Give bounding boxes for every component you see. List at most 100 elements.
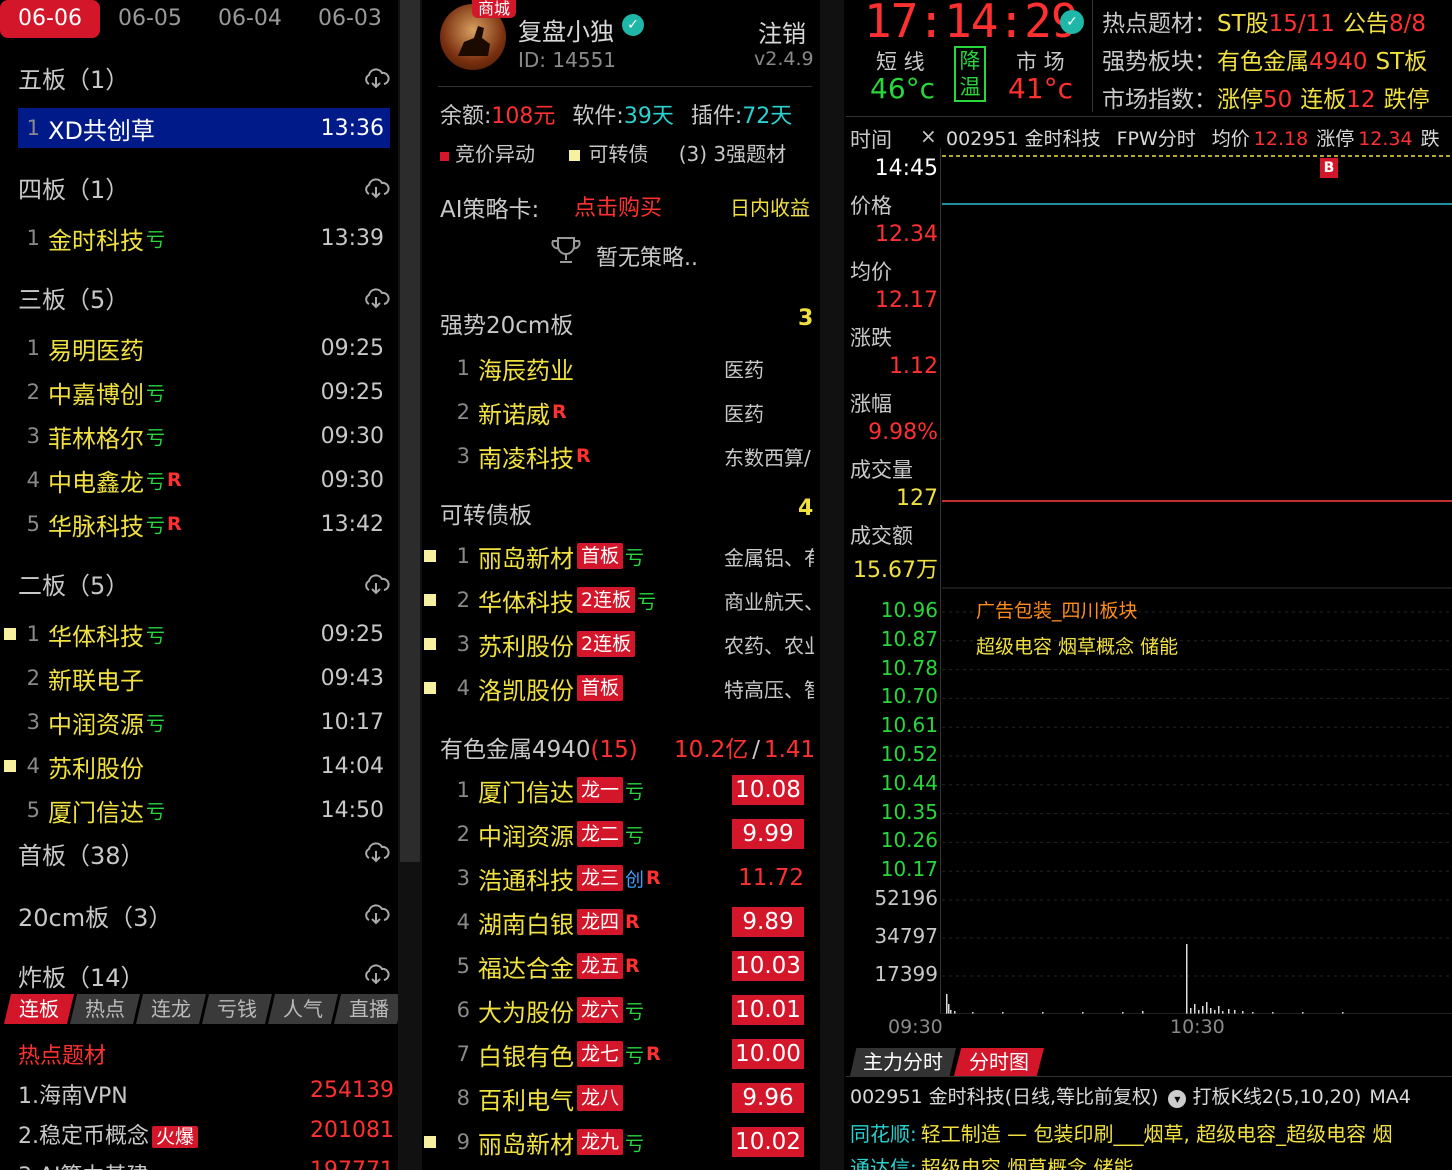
date-tab[interactable]: 06-03 <box>318 6 382 31</box>
stock-row[interactable]: 4 中电鑫龙亏 R 09:30 <box>18 460 390 500</box>
cooling-badge: 降温 <box>954 46 986 102</box>
sync-icon[interactable]: ✓ <box>1060 10 1084 34</box>
ai-buy-link[interactable]: 点击购买 <box>574 190 662 222</box>
stock-row[interactable]: 1 海辰药业 医药 <box>448 348 812 388</box>
chevron-down-icon[interactable]: ▾ <box>1168 1090 1187 1108</box>
stock-row[interactable]: 8 百利电气 龙八 9.96 <box>448 1078 812 1118</box>
stock-row[interactable]: 1 易明医药 09:25 <box>18 328 390 368</box>
tab-intraday[interactable]: 分时图 <box>954 1048 1044 1076</box>
stock-row[interactable]: 3 苏利股份 2连板 农药、农业 <box>424 624 814 664</box>
stock-row[interactable]: 4 湖南白银 龙四 R 9.89 <box>448 902 812 942</box>
limit-board-panel: 06-06 06-05 06-04 06-03 五板（1） 1 XD共创草 13:36… <box>0 0 398 1170</box>
stock-row[interactable]: 6 大为股份 龙六亏 10.01 <box>448 990 812 1030</box>
price-tick: 10.61 <box>880 713 938 738</box>
left-tab[interactable]: 人气 <box>268 994 338 1024</box>
group-header[interactable]: 20cm板（3） <box>18 898 172 933</box>
loss-tag: 亏 <box>625 546 645 569</box>
logout-button[interactable]: 注销 <box>758 14 806 49</box>
rank-badge: 龙七 <box>577 1041 624 1067</box>
stock-row[interactable]: 3 南凌科技 R 东数西算/ <box>448 436 812 476</box>
group-header[interactable]: 三板（5） <box>18 280 129 315</box>
left-tab[interactable]: 连龙 <box>136 994 206 1024</box>
stock-row[interactable]: 5 福达合金 龙五 R 10.03 <box>448 946 812 986</box>
loss-tag: 亏 <box>625 1044 645 1067</box>
left-scrollbar[interactable] <box>398 0 422 1170</box>
cloud-download-icon[interactable] <box>362 572 390 596</box>
stock-row[interactable]: 1 丽岛新材 首板亏 金属铝、有 <box>424 536 814 576</box>
stock-name: 浩通科技 <box>478 866 574 895</box>
row-number: 3 <box>456 632 470 656</box>
loss-tag: 亏 <box>625 824 645 847</box>
cloud-download-icon[interactable] <box>362 902 390 926</box>
strong-topics-filter[interactable]: (3) 3强题材 <box>679 142 786 166</box>
intraday-chart[interactable] <box>942 148 1452 1014</box>
stock-row[interactable]: 2 中嘉博创亏 09:25 <box>18 372 390 412</box>
stock-row[interactable]: 3 中润资源亏 10:17 <box>18 702 390 742</box>
cloud-download-icon[interactable] <box>362 66 390 90</box>
price-tick: 10.44 <box>880 770 938 795</box>
stock-row[interactable]: 2 中润资源 龙二亏 9.99 <box>448 814 812 854</box>
cloud-download-icon[interactable] <box>362 962 390 986</box>
buy-marker[interactable]: B <box>1320 158 1338 178</box>
filter-row: 竞价异动 可转债 (3) 3强题材 <box>440 138 786 167</box>
shop-badge[interactable]: 商城 <box>472 0 517 18</box>
intraday-income[interactable]: 日内收益 <box>730 192 810 221</box>
tab-main-force[interactable]: 主力分时 <box>850 1048 956 1076</box>
hot-topic-item[interactable]: 3.AI算力基建 <box>18 1158 149 1170</box>
stock-row[interactable]: 1 XD共创草 13:36 <box>18 108 390 148</box>
cloud-download-icon[interactable] <box>362 286 390 310</box>
stock-row[interactable]: 4 洛凯股份 首板 特高压、智 <box>424 668 814 708</box>
date-tab[interactable]: 06-05 <box>118 6 182 31</box>
sector-label: 东数西算/ <box>724 445 811 470</box>
group-header[interactable]: 五板（1） <box>18 60 129 95</box>
left-scrollbar-thumb[interactable] <box>400 0 420 862</box>
close-icon[interactable]: × <box>920 124 937 148</box>
stock-row[interactable]: 2 新诺威 R 医药 <box>448 392 812 432</box>
stock-row[interactable]: 2 华体科技 2连板亏 商业航天、 <box>424 580 814 620</box>
cloud-download-icon[interactable] <box>362 176 390 200</box>
row-number: 4 <box>26 754 40 778</box>
bid-anomaly-checkbox[interactable]: 竞价异动 <box>440 142 535 166</box>
convertible-count: 4 <box>798 496 814 521</box>
stock-row[interactable]: 3 浩通科技 龙三创 R 11.72 <box>448 858 812 898</box>
middle-scrollbar[interactable] <box>820 0 844 1170</box>
stock-row[interactable]: 9 丽岛新材 龙九亏 10.02 <box>424 1122 812 1162</box>
r-tag: R <box>552 401 567 423</box>
sector-count: (15) <box>590 737 638 763</box>
hot-topic-item[interactable]: 1.海南VPN <box>18 1078 128 1110</box>
price-value: 12.34 <box>875 222 938 247</box>
stock-row[interactable]: 2 新联电子 09:43 <box>18 658 390 698</box>
stock-row[interactable]: 1 华体科技亏 09:25 <box>4 614 390 654</box>
row-number: 4 <box>26 468 40 492</box>
stock-row[interactable]: 3 菲林格尔亏 09:30 <box>18 416 390 456</box>
convertible-checkbox[interactable]: 可转债 <box>569 142 648 166</box>
left-tab[interactable]: 热点 <box>70 994 140 1024</box>
group-header[interactable]: 四板（1） <box>18 170 129 205</box>
row-number: 4 <box>456 676 470 700</box>
stock-name: 福达合金 <box>478 954 574 983</box>
group-header[interactable]: 炸板（14） <box>18 958 145 993</box>
stock-row[interactable]: 4 苏利股份 14:04 <box>4 746 390 786</box>
left-tab[interactable]: 直播 <box>334 994 398 1024</box>
left-tab[interactable]: 亏钱 <box>202 994 272 1024</box>
stock-row[interactable]: 5 厦门信达亏 14:50 <box>18 790 390 830</box>
stock-name: 中润资源 <box>48 710 144 739</box>
row-number: 1 <box>26 226 40 250</box>
cloud-download-icon[interactable] <box>362 840 390 864</box>
row-number: 2 <box>456 400 470 424</box>
stock-row[interactable]: 1 厦门信达 龙一亏 10.08 <box>448 770 812 810</box>
group-header[interactable]: 首板（38） <box>18 836 145 871</box>
stock-row[interactable]: 5 华脉科技亏 R 13:42 <box>18 504 390 544</box>
date-tab[interactable]: 06-04 <box>218 6 282 31</box>
strategy-panel: 商城 复盘小独 ✓ ID: 14551 注销 v2.4.9 余额:108元 软件… <box>424 0 820 1170</box>
change-label: 涨跌 <box>850 326 892 350</box>
price-tick: 10.87 <box>880 626 938 651</box>
sector-header[interactable]: 有色金属4940(15) <box>440 730 638 764</box>
stock-row[interactable]: 1 金时科技亏 13:39 <box>18 218 390 258</box>
left-tab[interactable]: 连板 <box>4 994 74 1024</box>
date-tab-active[interactable]: 06-06 <box>0 0 100 38</box>
group-header[interactable]: 二板（5） <box>18 566 129 601</box>
row-number: 1 <box>26 116 40 140</box>
hot-topic-item[interactable]: 2.稳定币概念 火爆 <box>18 1118 199 1150</box>
stock-row[interactable]: 7 白银有色 龙七亏 R 10.00 <box>448 1034 812 1074</box>
